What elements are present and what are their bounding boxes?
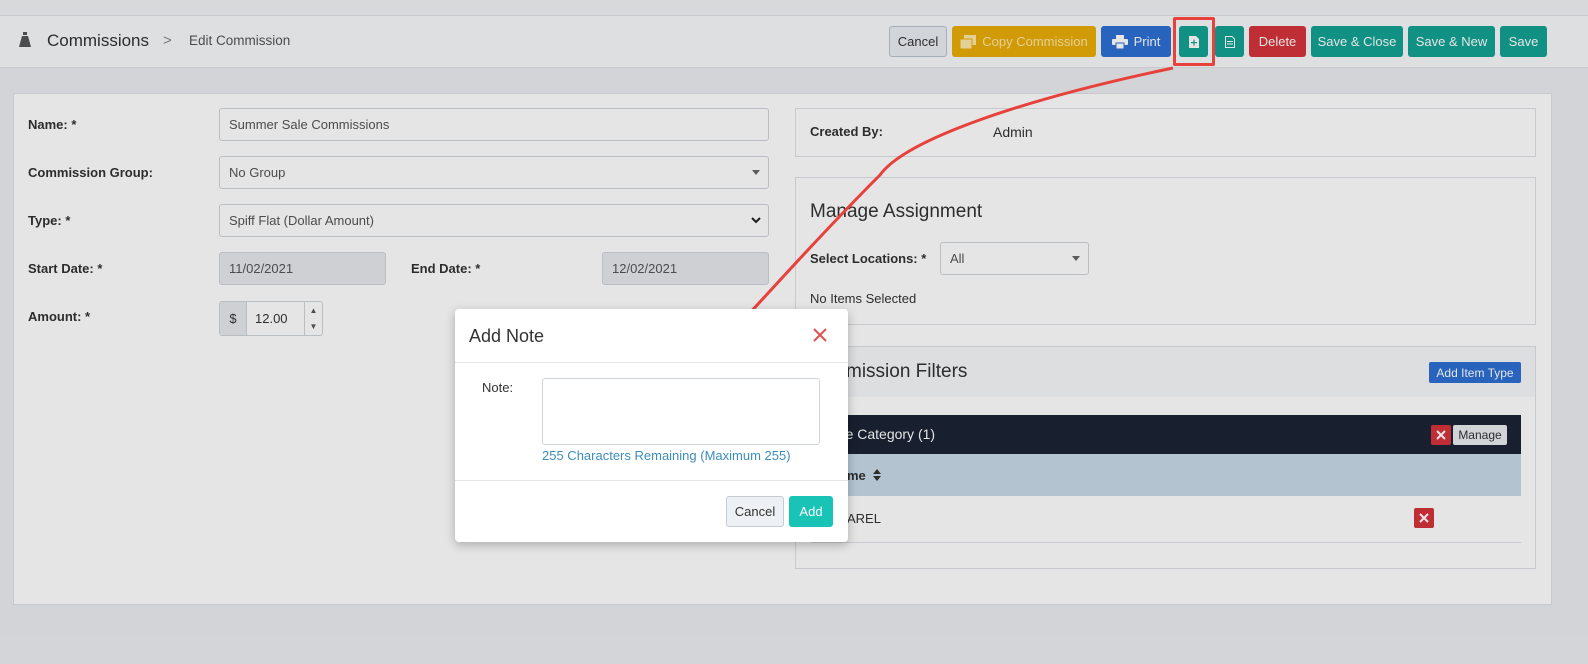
add-note-modal: Add Note Note: 255 Characters Remaining … <box>455 309 848 542</box>
modal-divider <box>455 362 848 363</box>
modal-add-label: Add <box>799 504 823 519</box>
modal-divider <box>455 480 848 481</box>
annotation-highlight-box <box>1173 17 1215 66</box>
modal-title: Add Note <box>469 326 545 346</box>
note-textarea[interactable] <box>542 378 820 445</box>
modal-cancel-label: Cancel <box>734 504 776 519</box>
modal-cancel-button[interactable]: Cancel <box>726 496 784 527</box>
modal-add-button[interactable]: Add <box>789 496 833 527</box>
close-icon[interactable] <box>811 326 829 344</box>
note-label: Note: <box>482 380 514 395</box>
characters-remaining: 255 Characters Remaining (Maximum 255) <box>542 448 791 463</box>
